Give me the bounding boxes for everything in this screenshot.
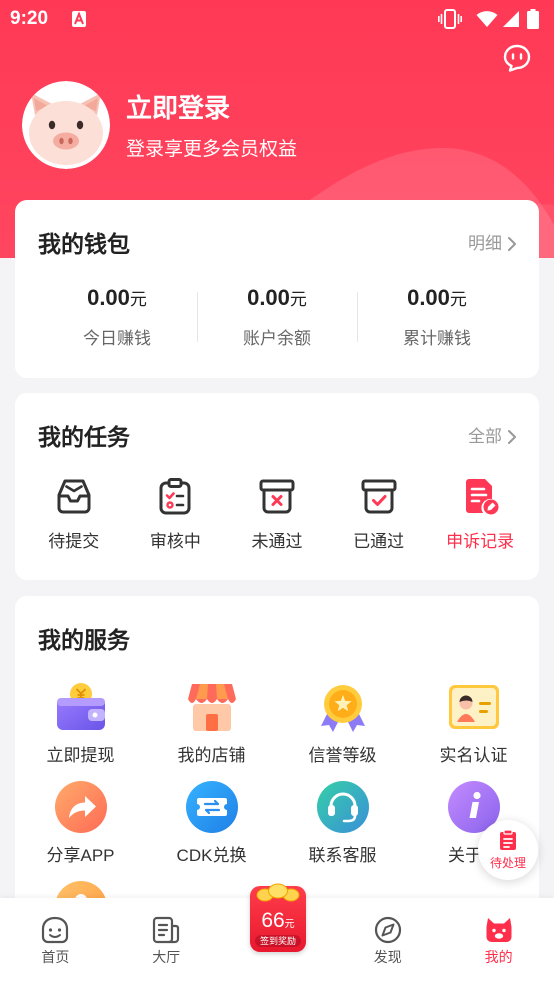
- task-item-pending-submit[interactable]: 待提交: [23, 476, 125, 554]
- login-subtitle: 登录享更多会员权益: [126, 139, 298, 160]
- appeal-record-icon: [466, 479, 499, 515]
- share-icon: [54, 781, 107, 833]
- service-share-app[interactable]: 分享APP: [15, 780, 146, 880]
- service-credit-level[interactable]: 信誉等级: [277, 680, 408, 780]
- wifi-icon: [476, 11, 498, 27]
- box-check-icon: [361, 479, 397, 514]
- task-item-reviewing[interactable]: 审核中: [125, 476, 227, 554]
- chevron-right-icon: [508, 237, 516, 251]
- nav-mine[interactable]: 我的: [443, 898, 554, 984]
- service-my-store[interactable]: 我的店铺: [146, 680, 277, 780]
- nav-home[interactable]: 首页: [0, 898, 111, 984]
- badge-caption: 签到奖励: [255, 935, 301, 947]
- stat-divider: [357, 292, 358, 342]
- battery-icon: [527, 9, 539, 29]
- service-cdk-exchange[interactable]: CDK兑换: [146, 780, 277, 880]
- status-time: 9:20: [10, 8, 49, 29]
- task-label: 申诉记录: [446, 532, 515, 551]
- service-label: 实名认证: [439, 746, 508, 765]
- stat-value: 0.00: [247, 285, 290, 310]
- chat-bubble-icon[interactable]: [502, 43, 532, 73]
- wallet-coin-icon: [56, 683, 105, 730]
- service-label: 信誉等级: [308, 746, 377, 765]
- stat-divider: [197, 292, 198, 342]
- service-withdraw[interactable]: 立即提现: [15, 680, 146, 780]
- pending-label: 待处理: [489, 856, 526, 870]
- service-label: 联系客服: [308, 846, 377, 865]
- task-status-row: 待提交 审核中 未通过 已通过 申诉记录: [23, 476, 531, 554]
- login-button[interactable]: 立即登录: [126, 92, 230, 124]
- stat-label: 账户余额: [243, 329, 311, 348]
- stat-label: 今日赚钱: [83, 329, 151, 348]
- wallet-detail-link[interactable]: 明细: [468, 232, 517, 256]
- box-x-icon: [259, 479, 295, 514]
- stat-value: 0.00: [87, 285, 130, 310]
- nav-label: 首页: [41, 949, 70, 965]
- pending-floating-button[interactable]: 待处理: [478, 820, 538, 880]
- wallet-detail-label: 明细: [468, 234, 502, 253]
- service-label: 分享APP: [46, 846, 115, 865]
- nav-discover[interactable]: 发现: [332, 898, 443, 984]
- clipboard-review-icon: [159, 478, 191, 515]
- hall-document-icon: [153, 916, 180, 944]
- headset-icon: [316, 781, 369, 833]
- avatar[interactable]: [22, 81, 110, 169]
- service-real-name-verification[interactable]: 实名认证: [408, 680, 539, 780]
- tasks-all-link[interactable]: 全部: [468, 425, 517, 449]
- vibrate-icon: [438, 9, 462, 29]
- checkin-reward-badge[interactable]: 66元 签到奖励: [250, 883, 306, 952]
- tasks-all-label: 全部: [468, 427, 502, 446]
- stat-today-earnings[interactable]: 0.00元 今日赚钱: [37, 282, 197, 351]
- nav-label: 发现: [373, 949, 402, 965]
- service-label: 立即提现: [46, 746, 115, 765]
- task-item-rejected[interactable]: 未通过: [226, 476, 328, 554]
- task-label: 审核中: [149, 532, 201, 551]
- service-label: 我的店铺: [177, 746, 246, 765]
- wallet-title: 我的钱包: [38, 231, 130, 257]
- chevron-right-icon: [508, 430, 516, 444]
- tasks-title: 我的任务: [38, 424, 130, 450]
- stat-unit: 元: [129, 290, 147, 309]
- task-label: 未通过: [251, 532, 303, 551]
- badge-amount: 66元: [250, 908, 306, 938]
- ticket-exchange-icon: [185, 781, 238, 833]
- stat-total-earnings[interactable]: 0.00元 累计赚钱: [357, 282, 517, 351]
- service-customer-support[interactable]: 联系客服: [277, 780, 408, 880]
- gold-coins-icon: [256, 883, 300, 902]
- pig-avatar-icon: [22, 81, 110, 169]
- task-item-appeal-records[interactable]: 申诉记录: [429, 476, 531, 554]
- badge-amount-unit: 元: [284, 919, 295, 930]
- stat-unit: 元: [289, 290, 307, 309]
- tasks-card: 我的任务 全部 待提交 审核中 未通过 已通过 申诉记录: [15, 393, 539, 580]
- task-item-approved[interactable]: 已通过: [328, 476, 430, 554]
- store-icon: [187, 684, 236, 731]
- pig-profile-icon: [486, 918, 512, 942]
- stat-value: 0.00: [407, 285, 450, 310]
- stat-account-balance[interactable]: 0.00元 账户余额: [197, 282, 357, 351]
- medal-icon: [320, 685, 365, 732]
- compass-icon: [374, 916, 401, 944]
- badge-amount-value: 66: [261, 909, 285, 932]
- nav-label: 我的: [484, 949, 513, 965]
- wallet-card: 我的钱包 明细 0.00元 今日赚钱 0.00元 账户余额 0.00元 累计赚钱: [15, 200, 539, 378]
- stat-label: 累计赚钱: [403, 329, 471, 348]
- stat-unit: 元: [449, 290, 467, 309]
- task-label: 待提交: [48, 532, 100, 551]
- pending-doc-icon: [500, 829, 516, 850]
- home-smile-icon: [42, 916, 69, 944]
- service-label: CDK兑换: [176, 846, 247, 865]
- id-card-icon: [448, 685, 499, 729]
- signal-icon: [503, 11, 519, 27]
- inbox-tray-icon: [57, 479, 91, 514]
- services-title: 我的服务: [38, 627, 130, 653]
- app-notification-icon: [72, 11, 86, 27]
- nav-label: 大厅: [152, 949, 181, 965]
- task-label: 已通过: [353, 532, 405, 551]
- wallet-stats: 0.00元 今日赚钱 0.00元 账户余额 0.00元 累计赚钱: [37, 282, 517, 351]
- nav-hall[interactable]: 大厅: [111, 898, 222, 984]
